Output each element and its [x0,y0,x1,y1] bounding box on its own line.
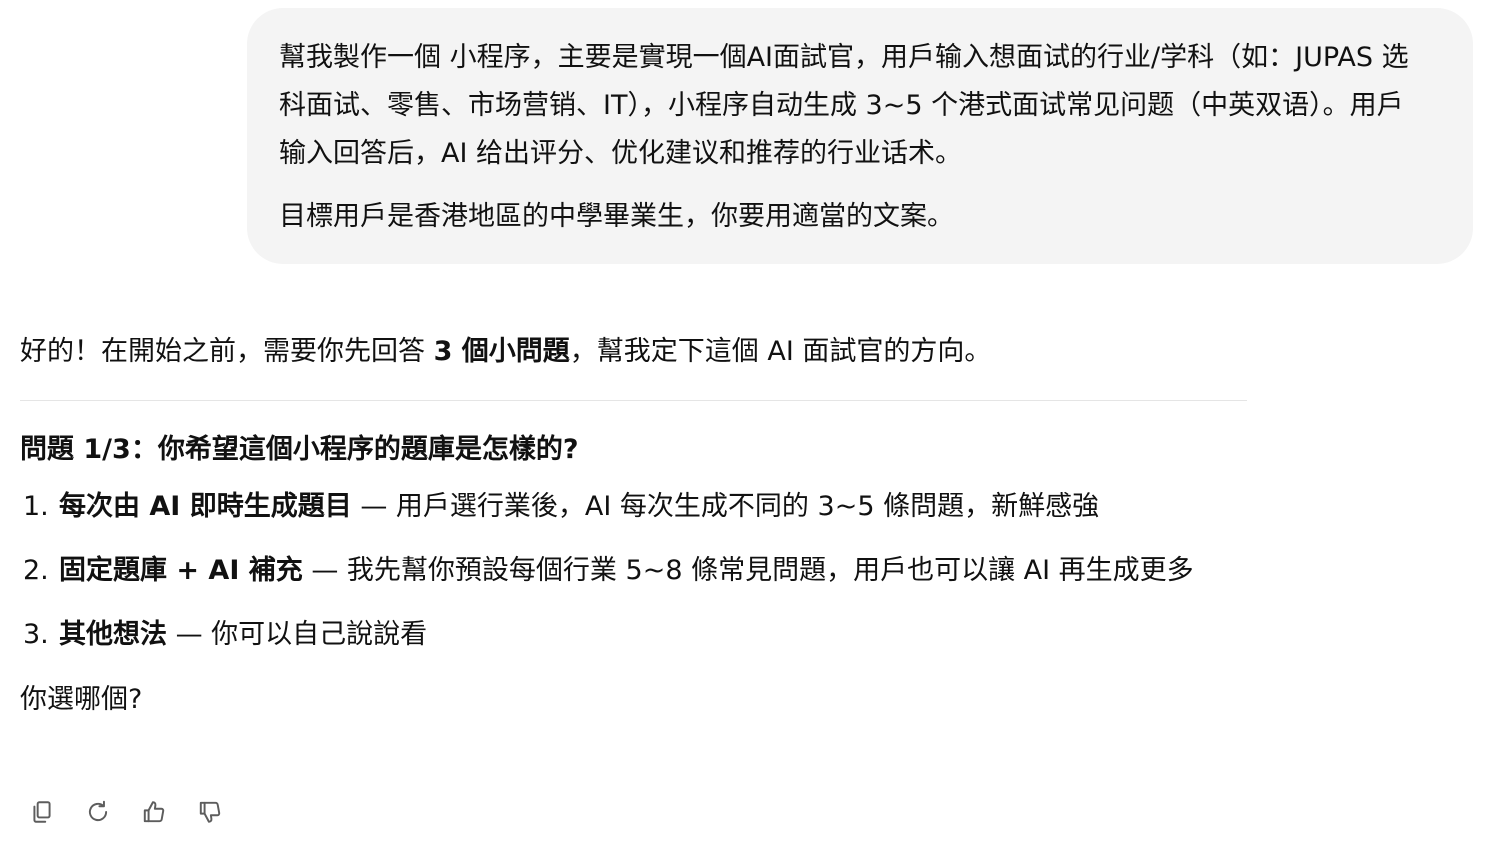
option-item: 3. 其他想法 — 你可以自己說說看 [20,611,1250,659]
option-number: 2. [23,555,49,586]
thumbs-down-button[interactable] [196,798,224,826]
user-message-paragraph: 幫我製作一個 小程序，主要是實現一個AI面試官，用戶输入想面试的行业/学科（如：… [279,42,1409,169]
option-bold: 其他想法 [59,619,167,650]
closing-question: 你選哪個? [20,684,143,715]
thumbs-up-button[interactable] [140,798,168,826]
intro-prefix: 好的！在開始之前，需要你先回答 [20,336,434,367]
message-actions [28,798,224,826]
user-message-bubble: 幫我製作一個 小程序，主要是實現一個AI面試官，用戶输入想面试的行业/学科（如：… [247,8,1473,264]
assistant-intro: 好的！在開始之前，需要你先回答 3 個小問題，幫我定下這個 AI 面試官的方向。 [20,322,1250,382]
user-message-paragraph: 目標用戶是香港地區的中學畢業生，你要用適當的文案。 [279,201,954,232]
option-number: 3. [23,619,49,650]
copy-button[interactable] [28,798,56,826]
intro-bold: 3 個小問題 [433,336,570,367]
assistant-message: 好的！在開始之前，需要你先回答 3 個小問題，幫我定下這個 AI 面試官的方向。… [20,322,1250,725]
question-title: 問題 1/3：你希望這個小程序的題庫是怎樣的? [20,434,579,465]
option-number: 1. [23,491,49,522]
option-item: 1. 每次由 AI 即時生成題目 — 用戶選行業後，AI 每次生成不同的 3~5 … [20,483,1250,531]
option-text: — 你可以自己說說看 [167,619,428,650]
option-text: — 用戶選行業後，AI 每次生成不同的 3~5 條問題，新鮮感強 [351,491,1100,522]
intro-suffix: ，幫我定下這個 AI 面試官的方向。 [569,336,992,367]
thumbs-up-icon [143,801,165,823]
option-bold: 固定題庫 + AI 補充 [59,555,303,586]
option-item: 2. 固定題庫 + AI 補充 — 我先幫你預設每個行業 5~8 條常見問題，用戶… [20,547,1250,595]
option-text: — 我先幫你預設每個行業 5~8 條常見問題，用戶也可以讓 AI 再生成更多 [302,555,1194,586]
regenerate-button[interactable] [84,798,112,826]
copy-icon [33,801,51,823]
chat-page: 幫我製作一個 小程序，主要是實現一個AI面試官，用戶输入想面试的行业/学科（如：… [0,0,1486,854]
thumbs-down-icon [199,801,221,823]
divider [20,400,1247,401]
option-bold: 每次由 AI 即時生成題目 [59,491,352,522]
options-list: 1. 每次由 AI 即時生成題目 — 用戶選行業後，AI 每次生成不同的 3~5 … [20,483,1250,659]
regenerate-icon [88,800,108,821]
